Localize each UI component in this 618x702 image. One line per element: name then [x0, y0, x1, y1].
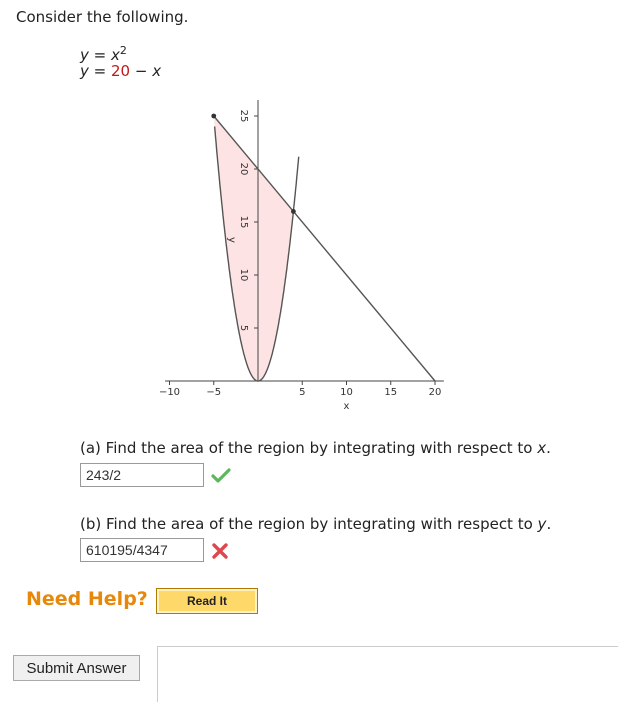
y-tick-label: 5: [238, 325, 249, 331]
question-a-suffix: .: [546, 439, 551, 457]
y-tick-label: 15: [238, 216, 249, 229]
question-a-prefix: (a) Find the area of the region by integ…: [80, 439, 538, 457]
question-b-prefix: (b) Find the area of the region by integ…: [80, 515, 538, 533]
y-tick-label: 10: [238, 269, 249, 282]
intersection-point: [211, 113, 217, 119]
equation-line: y = 20 − x: [80, 62, 161, 80]
question-a-var: x: [537, 439, 547, 457]
eq2-lhs: y: [80, 62, 89, 80]
eq2-variable: x: [152, 62, 162, 80]
y-tick-label: 20: [238, 163, 249, 176]
eq2-minus: −: [130, 62, 153, 80]
divider-vertical: [157, 646, 158, 702]
problem-intro: Consider the following.: [16, 8, 189, 26]
x-tick-label: −10: [159, 387, 180, 398]
question-a: (a) Find the area of the region by integ…: [80, 439, 551, 457]
x-tick-label: 5: [299, 387, 305, 398]
x-icon: [212, 543, 228, 559]
region-graph: −10 −5 5 10 15 20 x 5 10 15 20 25 y: [159, 100, 444, 412]
y-tick-label: 25: [238, 110, 249, 123]
answer-b-input[interactable]: [80, 538, 204, 562]
divider-horizontal: [157, 646, 618, 647]
equation-parabola: y = x2: [80, 44, 127, 64]
eq2-equals: =: [88, 62, 111, 80]
y-axis-label: y: [226, 237, 237, 243]
x-tick-label: 20: [429, 387, 442, 398]
question-b: (b) Find the area of the region by integ…: [80, 515, 551, 533]
check-icon: [211, 468, 231, 483]
x-tick-label: −5: [206, 387, 221, 398]
question-b-suffix: .: [546, 515, 552, 533]
submit-answer-button[interactable]: Submit Answer: [13, 655, 140, 681]
shaded-region: [213, 116, 294, 381]
read-it-button[interactable]: Read It: [156, 588, 258, 614]
eq1-exponent: 2: [119, 44, 127, 57]
eq2-constant: 20: [111, 62, 131, 80]
x-tick-label: 10: [340, 387, 353, 398]
need-help-label: Need Help?: [26, 588, 148, 610]
intersection-point: [291, 209, 296, 214]
answer-a-input[interactable]: [80, 463, 204, 487]
x-axis-label: x: [344, 401, 350, 412]
x-tick-label: 15: [384, 387, 397, 398]
